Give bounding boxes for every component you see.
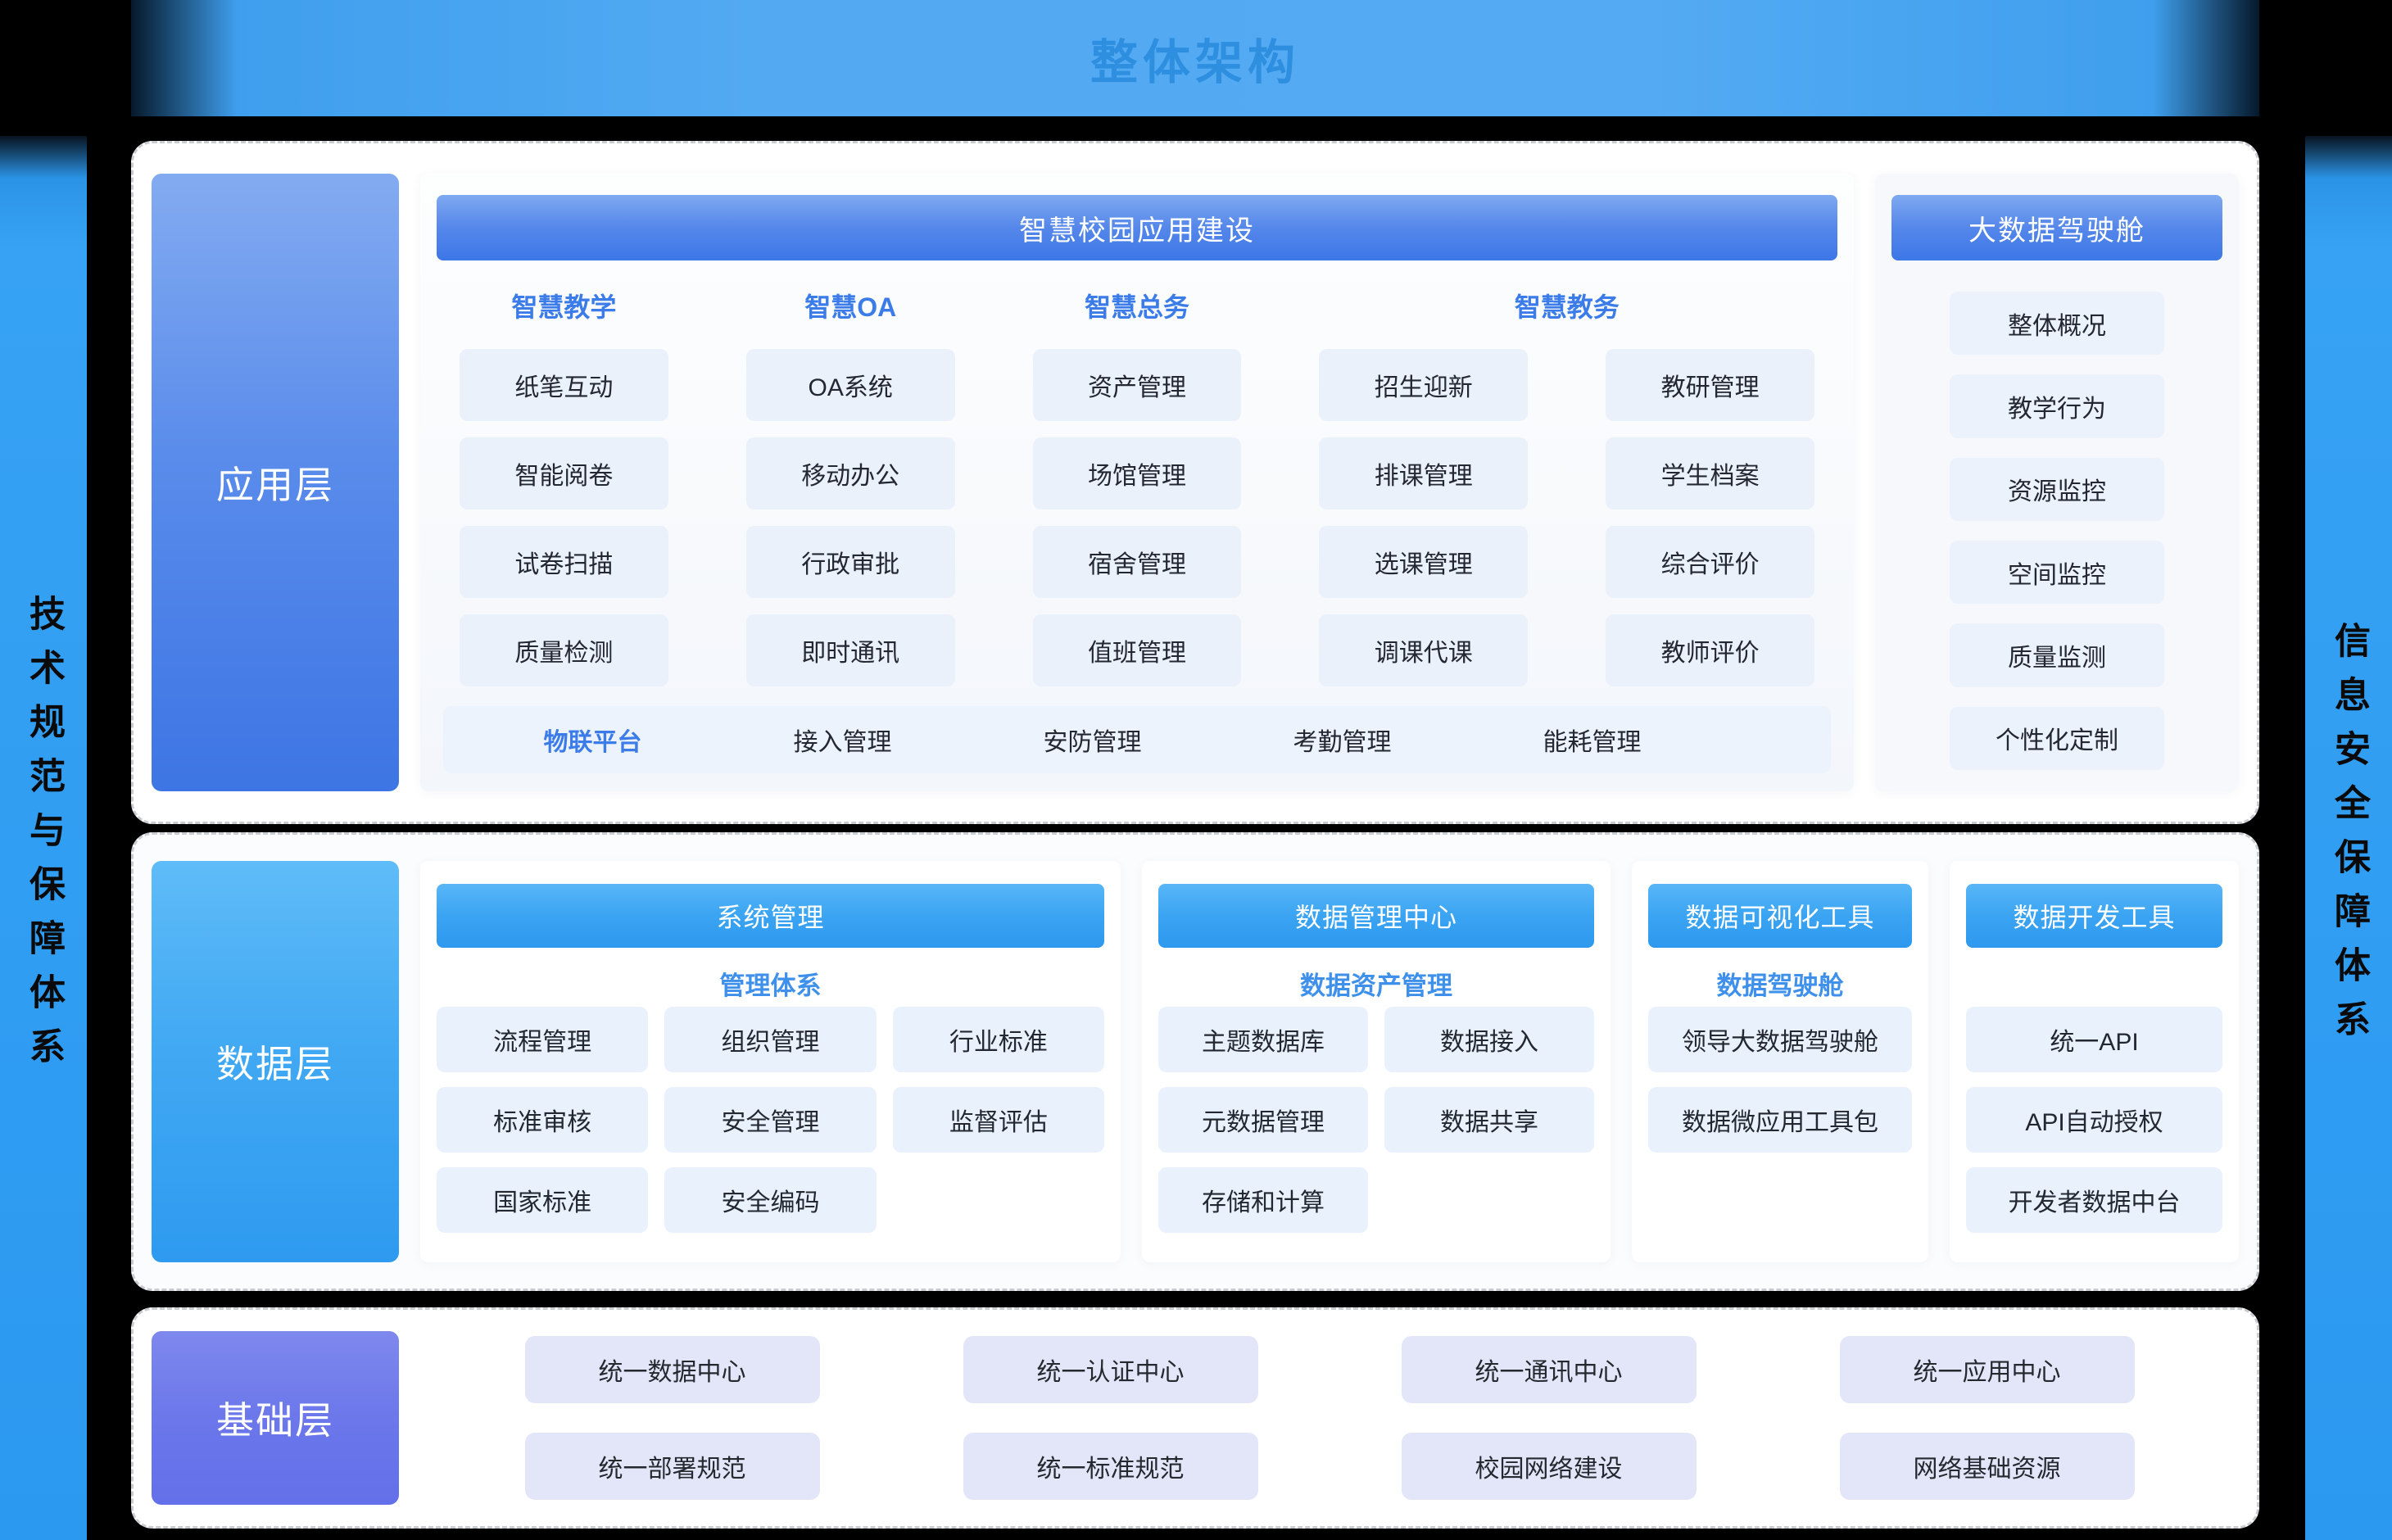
- app-item: 选课管理: [1319, 526, 1528, 598]
- foundation-grid: 统一数据中心 统一认证中心 统一通讯中心 统一应用中心 统一部署规范 统一标准规…: [420, 1331, 2239, 1505]
- foundation-item: 网络基础资源: [1840, 1433, 2135, 1500]
- data-item: 数据共享: [1384, 1087, 1594, 1153]
- data-development-header: 数据开发工具: [1966, 884, 2222, 948]
- data-item: 开发者数据中台: [1966, 1167, 2222, 1233]
- app-item: 智能阅卷: [460, 437, 668, 510]
- data-item: 数据接入: [1384, 1007, 1594, 1072]
- app-item: 即时通讯: [746, 614, 955, 686]
- data-management-center-panel: 数据管理中心 数据资产管理 主题数据库 数据接入 元数据管理 数据共享 存储和计…: [1142, 861, 1611, 1262]
- data-item: 领导大数据驾驶舱: [1648, 1007, 1912, 1072]
- smart-campus-panel: 智慧校园应用建设 智慧教学 智慧OA 智慧总务 智慧教务 纸笔互动 OA系统 资…: [420, 174, 1854, 791]
- data-development-panel: 数据开发工具 统一API API自动授权 开发者数据中台: [1950, 861, 2239, 1262]
- left-sidebar-strip: 技术规范与保障体系: [0, 136, 87, 1540]
- cockpit-item: 空间监控: [1950, 541, 2164, 604]
- app-item: 资产管理: [1033, 349, 1242, 421]
- application-layer-card: 应用层 智慧校园应用建设 智慧教学 智慧OA 智慧总务 智慧教务 纸笔互动 OA…: [131, 141, 2259, 824]
- data-development-grid: 统一API API自动授权 开发者数据中台: [1966, 1007, 2222, 1233]
- data-item: 监督评估: [893, 1087, 1104, 1153]
- right-sidebar-strip: 信息安全保障体系: [2305, 136, 2392, 1540]
- app-item: 招生迎新: [1319, 349, 1528, 421]
- big-data-cockpit-panel: 大数据驾驶舱 整体概况 教学行为 资源监控 空间监控 质量监测 个性化定制: [1875, 174, 2239, 791]
- data-item: 安全编码: [664, 1167, 876, 1233]
- column-header-smart-oa: 智慧OA: [746, 279, 955, 333]
- column-header-smart-affairs: 智慧总务: [1033, 279, 1242, 333]
- title-banner: 整体架构: [131, 0, 2259, 116]
- iot-platform-row: 物联平台 接入管理 安防管理 考勤管理 能耗管理: [443, 706, 1831, 773]
- cockpit-item: 整体概况: [1950, 292, 2164, 355]
- app-item: 移动办公: [746, 437, 955, 510]
- app-item: 试卷扫描: [460, 526, 668, 598]
- foundation-layer-card: 基础层 统一数据中心 统一认证中心 统一通讯中心 统一应用中心 统一部署规范 统…: [131, 1307, 2259, 1529]
- app-item: 教师评价: [1606, 614, 1814, 686]
- app-item: 质量检测: [460, 614, 668, 686]
- management-system-subheader: 管理体系: [437, 959, 1104, 1007]
- data-item: 安全管理: [664, 1087, 876, 1153]
- data-visualization-header: 数据可视化工具: [1648, 884, 1912, 948]
- data-management-center-header: 数据管理中心: [1158, 884, 1594, 948]
- app-item: 教研管理: [1606, 349, 1814, 421]
- cockpit-item: 资源监控: [1950, 458, 2164, 521]
- right-sidebar-label: 信息安全保障体系: [2331, 622, 2367, 1054]
- app-item: 学生档案: [1606, 437, 1814, 510]
- app-item: 排课管理: [1319, 437, 1528, 510]
- app-item: 场馆管理: [1033, 437, 1242, 510]
- data-item: 行业标准: [893, 1007, 1104, 1072]
- cockpit-item: 质量监测: [1950, 623, 2164, 686]
- page-title: 整体架构: [1090, 24, 1300, 93]
- data-item: 数据微应用工具包: [1648, 1087, 1912, 1153]
- big-data-cockpit-header: 大数据驾驶舱: [1891, 195, 2222, 260]
- app-item: 综合评价: [1606, 526, 1814, 598]
- data-layer-label: 数据层: [152, 861, 399, 1262]
- data-cockpit-subheader: 数据驾驶舱: [1648, 959, 1912, 1007]
- foundation-layer-label: 基础层: [152, 1331, 399, 1505]
- data-item: 存储和计算: [1158, 1167, 1368, 1233]
- data-layer-card: 数据层 系统管理 管理体系 流程管理 组织管理 行业标准 标准审核 安全管理 监…: [131, 832, 2259, 1291]
- data-visualization-panel: 数据可视化工具 数据驾驶舱 领导大数据驾驶舱 数据微应用工具包: [1632, 861, 1928, 1262]
- application-grid: 智慧教学 智慧OA 智慧总务 智慧教务 纸笔互动 OA系统 资产管理 招生迎新 …: [437, 279, 1837, 686]
- architecture-diagram: { "title": "整体架构", "left_sidebar": "技术规范…: [0, 0, 2392, 1540]
- column-header-smart-academic: 智慧教务: [1319, 279, 1814, 333]
- empty-subheader: [1966, 959, 2222, 1007]
- foundation-item: 统一通讯中心: [1402, 1336, 1697, 1403]
- cockpit-item: 教学行为: [1950, 374, 2164, 437]
- data-visualization-grid: 领导大数据驾驶舱 数据微应用工具包: [1648, 1007, 1912, 1153]
- smart-campus-header: 智慧校园应用建设: [437, 195, 1837, 260]
- system-management-header: 系统管理: [437, 884, 1104, 948]
- data-item: 流程管理: [437, 1007, 648, 1072]
- left-sidebar-label: 技术规范与保障体系: [25, 595, 61, 1081]
- iot-item: 接入管理: [718, 722, 967, 758]
- app-item: 行政审批: [746, 526, 955, 598]
- data-item: 统一API: [1966, 1007, 2222, 1072]
- foundation-item: 统一应用中心: [1840, 1336, 2135, 1403]
- cockpit-item: 个性化定制: [1950, 707, 2164, 770]
- iot-item: 能耗管理: [1467, 722, 1717, 758]
- data-item: API自动授权: [1966, 1087, 2222, 1153]
- app-item: OA系统: [746, 349, 955, 421]
- data-item: 国家标准: [437, 1167, 648, 1233]
- data-asset-subheader: 数据资产管理: [1158, 959, 1594, 1007]
- app-item: 纸笔互动: [460, 349, 668, 421]
- app-item: 宿舍管理: [1033, 526, 1242, 598]
- foundation-item: 统一部署规范: [525, 1433, 820, 1500]
- app-item: 值班管理: [1033, 614, 1242, 686]
- foundation-item: 统一数据中心: [525, 1336, 820, 1403]
- foundation-item: 统一认证中心: [963, 1336, 1258, 1403]
- data-item: 元数据管理: [1158, 1087, 1368, 1153]
- system-management-grid: 流程管理 组织管理 行业标准 标准审核 安全管理 监督评估 国家标准 安全编码: [437, 1007, 1104, 1233]
- foundation-item: 校园网络建设: [1402, 1433, 1697, 1500]
- data-item: 组织管理: [664, 1007, 876, 1072]
- data-item: 标准审核: [437, 1087, 648, 1153]
- column-header-smart-teaching: 智慧教学: [460, 279, 668, 333]
- foundation-item: 统一标准规范: [963, 1433, 1258, 1500]
- iot-item: 考勤管理: [1217, 722, 1467, 758]
- iot-item: 安防管理: [967, 722, 1217, 758]
- iot-platform-label: 物联平台: [468, 722, 718, 758]
- data-management-grid: 主题数据库 数据接入 元数据管理 数据共享 存储和计算: [1158, 1007, 1594, 1233]
- app-item: 调课代课: [1319, 614, 1528, 686]
- application-layer-label: 应用层: [152, 174, 399, 791]
- system-management-panel: 系统管理 管理体系 流程管理 组织管理 行业标准 标准审核 安全管理 监督评估 …: [420, 861, 1121, 1262]
- data-item: 主题数据库: [1158, 1007, 1368, 1072]
